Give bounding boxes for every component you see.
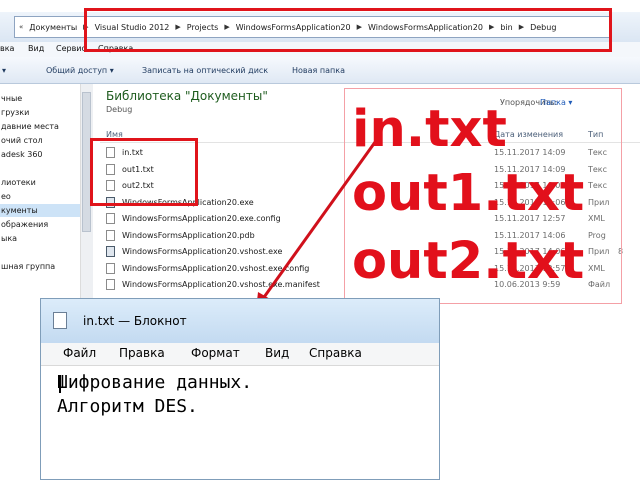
notepad-window: in.txt — Блокнот Файл Правка Формат Вид … <box>40 298 440 480</box>
notepad-icon <box>53 312 67 329</box>
notepad-menu-bar: Файл Правка Формат Вид Справка <box>41 343 439 366</box>
notepad-text-area[interactable]: Шифрование данных. Алгоритм DES. <box>57 371 252 419</box>
notepad-title: in.txt — Блокнот <box>83 314 187 328</box>
big-label-out2: out2.txt <box>352 232 585 291</box>
big-label-in: in.txt <box>352 100 507 159</box>
notepad-menu-file[interactable]: Файл <box>63 346 96 360</box>
notepad-menu-help[interactable]: Справка <box>309 346 362 360</box>
text-caret <box>59 375 61 393</box>
notepad-menu-view[interactable]: Вид <box>265 346 289 360</box>
big-label-out1: out1.txt <box>352 164 585 223</box>
notepad-menu-edit[interactable]: Правка <box>119 346 165 360</box>
notepad-menu-format[interactable]: Формат <box>191 346 240 360</box>
